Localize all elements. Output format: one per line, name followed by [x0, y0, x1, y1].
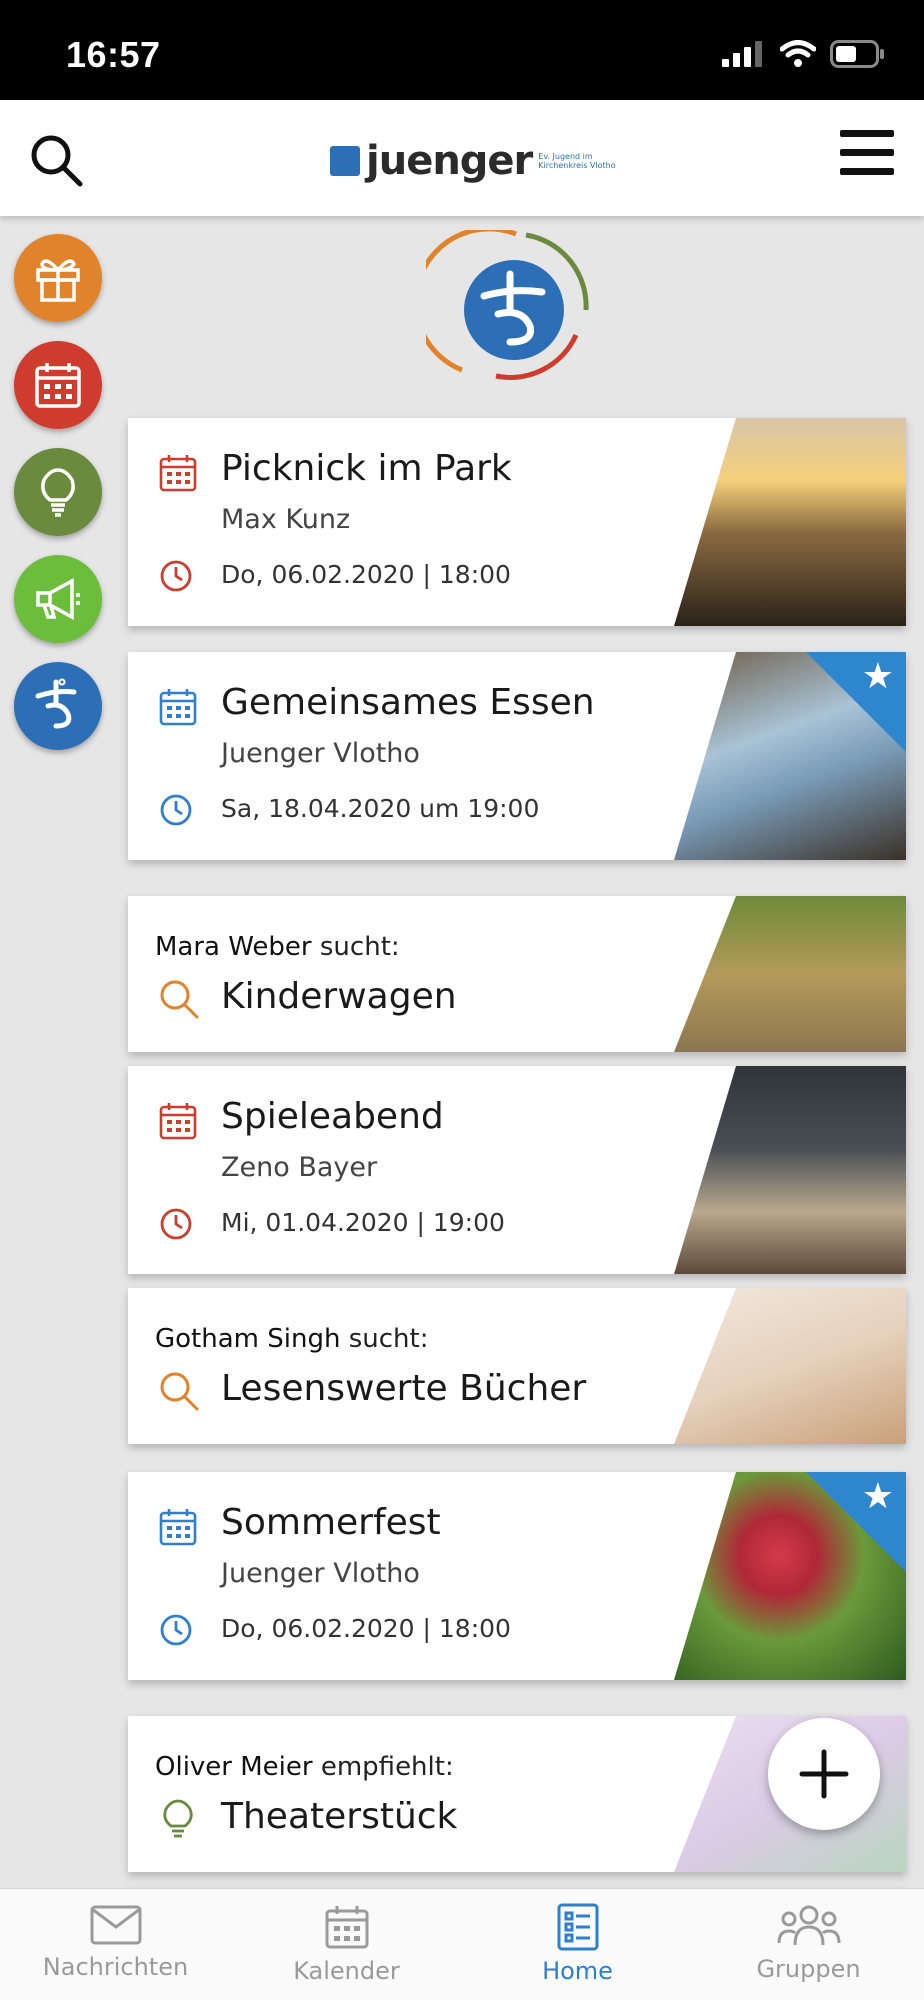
tab-label: Kalender: [293, 1957, 400, 1985]
search-icon[interactable]: [28, 132, 84, 188]
card-lead: Oliver Meier empfiehlt:: [155, 1752, 454, 1782]
card-title: Picknick im Park: [221, 448, 512, 489]
card-verb: sucht:: [319, 932, 400, 962]
card-organizer: Max Kunz: [221, 504, 351, 535]
card-lead: Mara Weber sucht:: [155, 932, 400, 962]
card-datetime: Mi, 01.04.2020 | 19:00: [221, 1208, 505, 1237]
card-image: [674, 1066, 906, 1274]
tab-label: Nachrichten: [42, 1953, 189, 1981]
card-datetime: Sa, 18.04.2020 um 19:00: [221, 794, 540, 823]
tab-nachrichten[interactable]: Nachrichten: [0, 1889, 231, 2000]
clock-icon: [160, 1614, 192, 1646]
card-title: Gemeinsames Essen: [221, 682, 595, 723]
card-datetime: Do, 06.02.2020 | 18:00: [221, 560, 511, 589]
search-card[interactable]: Mara Weber sucht: Kinderwagen: [128, 896, 906, 1052]
search-card[interactable]: Gotham Singh sucht: Lesenswerte Bücher: [128, 1288, 906, 1444]
calendar-icon: [325, 1906, 368, 1949]
tab-label: Home: [542, 1957, 613, 1985]
category-calendar-button[interactable]: [14, 341, 102, 429]
card-image: [674, 896, 906, 1052]
clock-icon: [160, 560, 192, 592]
card-title: Theaterstück: [221, 1796, 458, 1837]
cellular-signal-icon: [722, 41, 762, 67]
event-card[interactable]: Spieleabend Zeno Bayer Mi, 01.04.2020 | …: [128, 1066, 906, 1274]
card-person: Mara Weber: [155, 932, 312, 962]
plus-icon: [799, 1749, 849, 1799]
card-image: [674, 418, 906, 626]
tab-label: Gruppen: [756, 1955, 861, 1983]
card-organizer: Juenger Vlotho: [221, 1558, 420, 1589]
juenger-logo-icon: [35, 678, 77, 729]
calendar-icon: [159, 1509, 197, 1546]
tab-home[interactable]: Home: [462, 1889, 693, 2000]
logo-mark-icon: [330, 146, 360, 176]
clock-icon: [160, 794, 192, 826]
app-header: juenger Ev. Jugend im Kirchenkreis Vloth…: [0, 100, 924, 216]
card-image: [674, 1288, 906, 1444]
status-time: 16:57: [66, 34, 161, 75]
app-logo: juenger Ev. Jugend im Kirchenkreis Vloth…: [330, 136, 618, 186]
tab-bar: Nachrichten Kalender Home Gruppen: [0, 1888, 924, 2000]
star-icon: ★: [861, 1476, 894, 1517]
card-person: Gotham Singh: [155, 1324, 341, 1354]
event-card[interactable]: Picknick im Park Max Kunz Do, 06.02.2020…: [128, 418, 906, 626]
logo-text: juenger: [366, 138, 533, 184]
card-verb: empfiehlt:: [320, 1752, 454, 1782]
wifi-icon: [780, 40, 816, 67]
search-icon: [160, 980, 199, 1019]
tab-kalender[interactable]: Kalender: [231, 1889, 462, 2000]
hero-logo: [426, 230, 589, 380]
logo-subtitle: Ev. Jugend im Kirchenkreis Vlotho: [538, 152, 616, 170]
lightbulb-icon: [163, 1799, 193, 1838]
group-icon: [777, 1905, 840, 1946]
card-title: Spieleabend: [221, 1096, 444, 1137]
status-bar: 16:57: [0, 0, 924, 100]
event-card[interactable]: Sommerfest Juenger Vlotho Do, 06.02.2020…: [128, 1472, 906, 1680]
search-icon: [160, 1372, 199, 1411]
battery-icon: [830, 40, 884, 68]
category-rail: [14, 234, 104, 769]
card-title: Kinderwagen: [221, 976, 457, 1017]
megaphone-icon: [36, 578, 80, 620]
list-icon: [557, 1903, 598, 1951]
hamburger-menu-icon[interactable]: [840, 128, 894, 178]
calendar-icon: [35, 363, 81, 408]
card-verb: sucht:: [348, 1324, 429, 1354]
category-announcements-button[interactable]: [14, 555, 102, 643]
status-icons: [722, 40, 886, 68]
card-lead: Gotham Singh sucht:: [155, 1324, 428, 1354]
card-organizer: Zeno Bayer: [221, 1152, 378, 1183]
category-juenger-button[interactable]: [14, 662, 102, 750]
category-gifts-button[interactable]: [14, 234, 102, 322]
envelope-icon: [90, 1905, 141, 1945]
calendar-icon: [159, 689, 197, 726]
star-icon: ★: [861, 656, 894, 697]
lightbulb-icon: [41, 468, 75, 517]
add-button[interactable]: [768, 1718, 880, 1830]
clock-icon: [160, 1208, 192, 1240]
card-title: Sommerfest: [221, 1502, 441, 1543]
event-card[interactable]: Gemeinsames Essen Juenger Vlotho Sa, 18.…: [128, 652, 906, 860]
calendar-icon: [159, 1103, 197, 1140]
card-organizer: Juenger Vlotho: [221, 738, 420, 769]
card-title: Lesenswerte Bücher: [221, 1368, 587, 1409]
tab-gruppen[interactable]: Gruppen: [693, 1889, 924, 2000]
gift-icon: [36, 259, 80, 302]
card-person: Oliver Meier: [155, 1752, 313, 1782]
category-ideas-button[interactable]: [14, 448, 102, 536]
card-datetime: Do, 06.02.2020 | 18:00: [221, 1614, 511, 1643]
calendar-icon: [159, 455, 197, 492]
